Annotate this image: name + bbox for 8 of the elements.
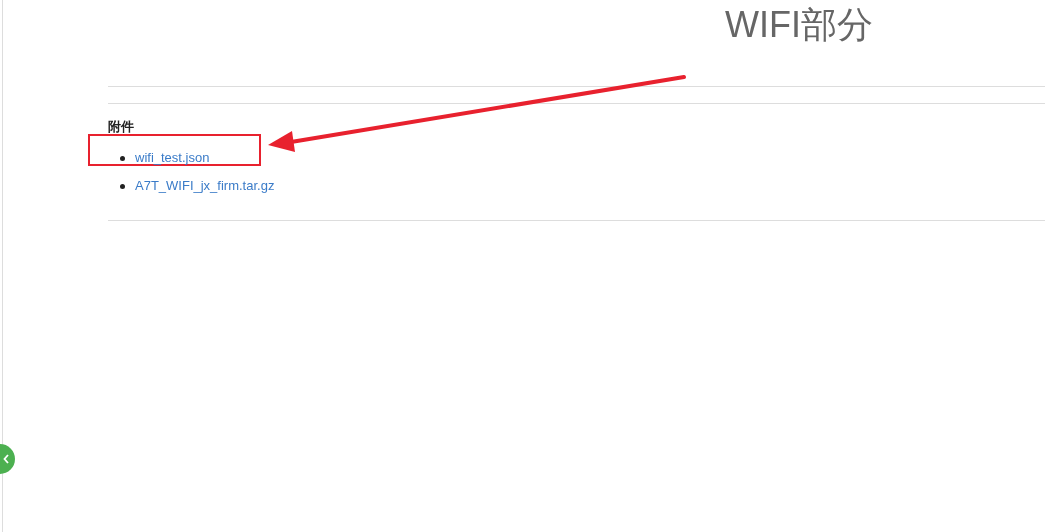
bullet-icon [120,155,125,161]
bullet-icon [120,183,125,189]
file-link[interactable]: wifi_test.json [135,148,210,168]
attachments-heading: 附件 [108,118,135,136]
arrow-icon [268,72,688,152]
annotation-title: WIFI部分 [725,3,873,47]
file-link[interactable]: A7T_WIFI_jx_firm.tar.gz [135,176,275,196]
chevron-left-icon [3,454,10,464]
